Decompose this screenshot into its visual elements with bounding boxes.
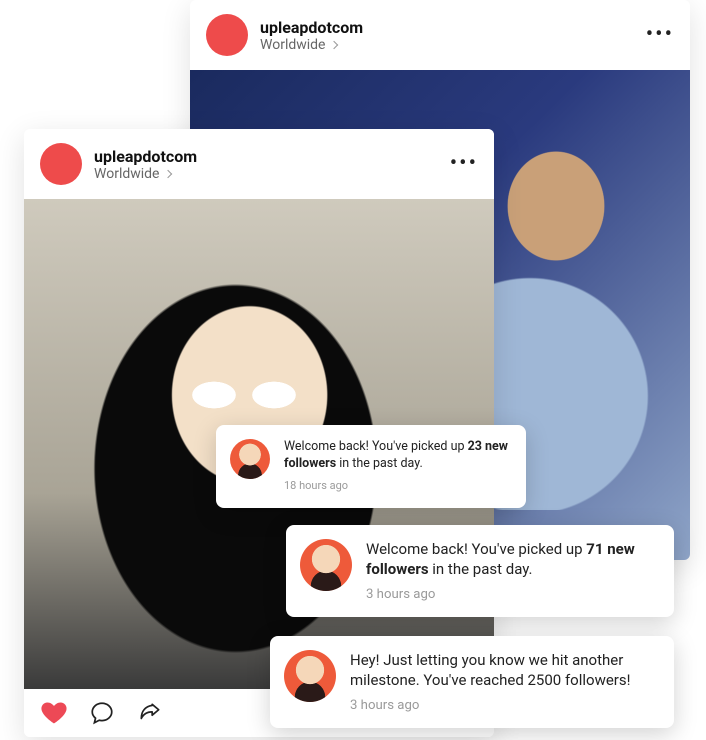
share-icon xyxy=(137,700,163,726)
notification-text-prefix: Welcome back! You've picked up xyxy=(284,439,468,454)
notification-text-suffix: in the past day. xyxy=(336,456,423,471)
notification-avatar xyxy=(284,650,336,702)
notification-timestamp: 18 hours ago xyxy=(284,479,508,494)
notification-text: Hey! Just letting you know we hit anothe… xyxy=(350,651,630,689)
profile-avatar[interactable] xyxy=(40,143,82,185)
more-options-button[interactable]: ••• xyxy=(450,153,478,175)
notification-timestamp: 3 hours ago xyxy=(350,697,656,715)
notification-card[interactable]: Welcome back! You've picked up 23 new fo… xyxy=(216,425,526,508)
location-label: Worldwide xyxy=(94,166,159,182)
post-header: upleapdotcom Worldwide ••• xyxy=(24,129,494,199)
notification-avatar xyxy=(230,439,270,479)
chevron-right-icon xyxy=(164,169,172,177)
notification-timestamp: 3 hours ago xyxy=(366,586,656,604)
post-header-text: upleapdotcom Worldwide xyxy=(260,18,646,53)
notification-card[interactable]: Hey! Just letting you know we hit anothe… xyxy=(270,636,674,728)
notification-body: Hey! Just letting you know we hit anothe… xyxy=(350,650,656,714)
notification-text-prefix: Welcome back! You've picked up xyxy=(366,540,586,558)
post-header-text: upleapdotcom Worldwide xyxy=(94,147,450,182)
post-location[interactable]: Worldwide xyxy=(94,166,450,182)
comment-icon xyxy=(89,700,115,726)
heart-icon xyxy=(40,699,68,727)
notification-body: Welcome back! You've picked up 71 new fo… xyxy=(366,539,656,603)
notification-card[interactable]: Welcome back! You've picked up 71 new fo… xyxy=(286,525,674,617)
more-options-button[interactable]: ••• xyxy=(646,24,674,46)
like-button[interactable] xyxy=(40,699,68,727)
notification-avatar xyxy=(300,539,352,591)
share-button[interactable] xyxy=(136,699,164,727)
post-location[interactable]: Worldwide xyxy=(260,37,646,53)
post-header: upleapdotcom Worldwide ••• xyxy=(190,0,690,70)
comment-button[interactable] xyxy=(88,699,116,727)
username[interactable]: upleapdotcom xyxy=(94,147,450,166)
notification-body: Welcome back! You've picked up 23 new fo… xyxy=(284,439,508,494)
notification-text-suffix: in the past day. xyxy=(429,560,533,578)
location-label: Worldwide xyxy=(260,37,325,53)
chevron-right-icon xyxy=(330,40,338,48)
username[interactable]: upleapdotcom xyxy=(260,18,646,37)
profile-avatar[interactable] xyxy=(206,14,248,56)
